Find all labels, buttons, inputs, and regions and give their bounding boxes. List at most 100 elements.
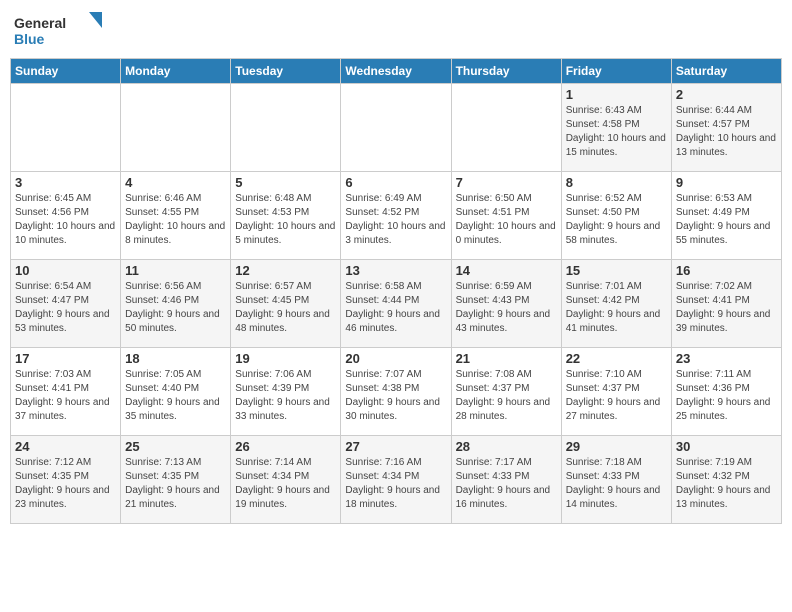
- calendar-cell: 5 Sunrise: 6:48 AMSunset: 4:53 PMDaylight…: [231, 172, 341, 260]
- day-number: 2: [676, 87, 777, 102]
- calendar-cell: 15 Sunrise: 7:01 AMSunset: 4:42 PMDayligh…: [561, 260, 671, 348]
- calendar-cell: 28 Sunrise: 7:17 AMSunset: 4:33 PMDayligh…: [451, 436, 561, 524]
- calendar-cell: 18 Sunrise: 7:05 AMSunset: 4:40 PMDayligh…: [121, 348, 231, 436]
- calendar-cell: 22 Sunrise: 7:10 AMSunset: 4:37 PMDayligh…: [561, 348, 671, 436]
- day-number: 8: [566, 175, 667, 190]
- day-info: Sunrise: 7:17 AMSunset: 4:33 PMDaylight:…: [456, 456, 557, 512]
- day-info: Sunrise: 6:54 AMSunset: 4:47 PMDaylight:…: [15, 280, 116, 336]
- day-info: Sunrise: 7:05 AMSunset: 4:40 PMDaylight:…: [125, 368, 226, 424]
- day-info: Sunrise: 7:11 AMSunset: 4:36 PMDaylight:…: [676, 368, 777, 424]
- calendar-cell: 29 Sunrise: 7:18 AMSunset: 4:33 PMDayligh…: [561, 436, 671, 524]
- calendar-cell: 16 Sunrise: 7:02 AMSunset: 4:41 PMDayligh…: [671, 260, 781, 348]
- calendar-cell: 1 Sunrise: 6:43 AMSunset: 4:58 PMDaylight…: [561, 84, 671, 172]
- logo-svg: General Blue: [14, 10, 104, 50]
- col-header-sunday: Sunday: [11, 59, 121, 84]
- day-info: Sunrise: 6:58 AMSunset: 4:44 PMDaylight:…: [345, 280, 446, 336]
- calendar-cell: 21Sunrise: 7:08 AMSunset: 4:37 PMDayligh…: [451, 348, 561, 436]
- day-info: Sunrise: 7:06 AMSunset: 4:39 PMDaylight:…: [235, 368, 336, 424]
- day-number: 30: [676, 439, 777, 454]
- day-info: Sunrise: 6:50 AMSunset: 4:51 PMDaylight:…: [456, 192, 557, 248]
- col-header-wednesday: Wednesday: [341, 59, 451, 84]
- page-header: General Blue: [10, 10, 782, 50]
- calendar-cell: 25 Sunrise: 7:13 AMSunset: 4:35 PMDayligh…: [121, 436, 231, 524]
- calendar-cell: 3Sunrise: 6:45 AMSunset: 4:56 PMDaylight…: [11, 172, 121, 260]
- day-info: Sunrise: 6:48 AMSunset: 4:53 PMDaylight:…: [235, 192, 336, 248]
- calendar-cell: 8 Sunrise: 6:52 AMSunset: 4:50 PMDaylight…: [561, 172, 671, 260]
- day-info: Sunrise: 7:01 AMSunset: 4:42 PMDaylight:…: [566, 280, 667, 336]
- col-header-monday: Monday: [121, 59, 231, 84]
- day-info: Sunrise: 7:14 AMSunset: 4:34 PMDaylight:…: [235, 456, 336, 512]
- day-number: 28: [456, 439, 557, 454]
- calendar-cell: 2 Sunrise: 6:44 AMSunset: 4:57 PMDaylight…: [671, 84, 781, 172]
- day-number: 23: [676, 351, 777, 366]
- day-info: Sunrise: 6:43 AMSunset: 4:58 PMDaylight:…: [566, 104, 667, 160]
- calendar-cell: 4 Sunrise: 6:46 AMSunset: 4:55 PMDaylight…: [121, 172, 231, 260]
- calendar-cell: 9 Sunrise: 6:53 AMSunset: 4:49 PMDaylight…: [671, 172, 781, 260]
- day-number: 5: [235, 175, 336, 190]
- calendar-cell: [451, 84, 561, 172]
- day-info: Sunrise: 6:52 AMSunset: 4:50 PMDaylight:…: [566, 192, 667, 248]
- svg-text:General: General: [14, 15, 66, 31]
- day-number: 25: [125, 439, 226, 454]
- col-header-tuesday: Tuesday: [231, 59, 341, 84]
- day-number: 29: [566, 439, 667, 454]
- calendar-cell: 24 Sunrise: 7:12 AMSunset: 4:35 PMDayligh…: [11, 436, 121, 524]
- day-info: Sunrise: 7:10 AMSunset: 4:37 PMDaylight:…: [566, 368, 667, 424]
- day-number: 16: [676, 263, 777, 278]
- col-header-friday: Friday: [561, 59, 671, 84]
- calendar-cell: 26 Sunrise: 7:14 AMSunset: 4:34 PMDayligh…: [231, 436, 341, 524]
- day-info: Sunrise: 6:56 AMSunset: 4:46 PMDaylight:…: [125, 280, 226, 336]
- day-info: Sunrise: 7:02 AMSunset: 4:41 PMDaylight:…: [676, 280, 777, 336]
- day-info: Sunrise: 7:18 AMSunset: 4:33 PMDaylight:…: [566, 456, 667, 512]
- day-info: Sunrise: 6:59 AMSunset: 4:43 PMDaylight:…: [456, 280, 557, 336]
- day-info: Sunrise: 7:13 AMSunset: 4:35 PMDaylight:…: [125, 456, 226, 512]
- day-number: 1: [566, 87, 667, 102]
- calendar-cell: 11 Sunrise: 6:56 AMSunset: 4:46 PMDayligh…: [121, 260, 231, 348]
- day-number: 17: [15, 351, 116, 366]
- col-header-thursday: Thursday: [451, 59, 561, 84]
- day-number: 12: [235, 263, 336, 278]
- day-number: 9: [676, 175, 777, 190]
- day-info: Sunrise: 6:49 AMSunset: 4:52 PMDaylight:…: [345, 192, 446, 248]
- calendar-cell: 10 Sunrise: 6:54 AMSunset: 4:47 PMDayligh…: [11, 260, 121, 348]
- day-number: 14: [456, 263, 557, 278]
- day-number: 18: [125, 351, 226, 366]
- day-info: Sunrise: 6:57 AMSunset: 4:45 PMDaylight:…: [235, 280, 336, 336]
- calendar-cell: [341, 84, 451, 172]
- calendar-cell: [121, 84, 231, 172]
- logo: General Blue: [14, 10, 104, 50]
- day-number: 6: [345, 175, 446, 190]
- svg-text:Blue: Blue: [14, 31, 45, 47]
- day-info: Sunrise: 7:12 AMSunset: 4:35 PMDaylight:…: [15, 456, 116, 512]
- calendar-cell: 23 Sunrise: 7:11 AMSunset: 4:36 PMDayligh…: [671, 348, 781, 436]
- calendar-cell: 17Sunrise: 7:03 AMSunset: 4:41 PMDayligh…: [11, 348, 121, 436]
- day-info: Sunrise: 6:46 AMSunset: 4:55 PMDaylight:…: [125, 192, 226, 248]
- day-info: Sunrise: 7:16 AMSunset: 4:34 PMDaylight:…: [345, 456, 446, 512]
- day-number: 3: [15, 175, 116, 190]
- day-number: 26: [235, 439, 336, 454]
- calendar-cell: 14 Sunrise: 6:59 AMSunset: 4:43 PMDayligh…: [451, 260, 561, 348]
- day-number: 11: [125, 263, 226, 278]
- day-info: Sunrise: 6:53 AMSunset: 4:49 PMDaylight:…: [676, 192, 777, 248]
- calendar-cell: 27 Sunrise: 7:16 AMSunset: 4:34 PMDayligh…: [341, 436, 451, 524]
- day-number: 15: [566, 263, 667, 278]
- calendar-table: SundayMondayTuesdayWednesdayThursdayFrid…: [10, 58, 782, 524]
- day-number: 22: [566, 351, 667, 366]
- day-number: 7: [456, 175, 557, 190]
- calendar-cell: [11, 84, 121, 172]
- day-number: 20: [345, 351, 446, 366]
- calendar-cell: 30 Sunrise: 7:19 AMSunset: 4:32 PMDayligh…: [671, 436, 781, 524]
- day-number: 27: [345, 439, 446, 454]
- day-number: 24: [15, 439, 116, 454]
- calendar-cell: 7 Sunrise: 6:50 AMSunset: 4:51 PMDaylight…: [451, 172, 561, 260]
- calendar-cell: 13 Sunrise: 6:58 AMSunset: 4:44 PMDayligh…: [341, 260, 451, 348]
- day-info: Sunrise: 6:44 AMSunset: 4:57 PMDaylight:…: [676, 104, 777, 160]
- calendar-cell: 20Sunrise: 7:07 AMSunset: 4:38 PMDayligh…: [341, 348, 451, 436]
- day-number: 4: [125, 175, 226, 190]
- col-header-saturday: Saturday: [671, 59, 781, 84]
- day-number: 13: [345, 263, 446, 278]
- calendar-cell: 19Sunrise: 7:06 AMSunset: 4:39 PMDayligh…: [231, 348, 341, 436]
- day-number: 10: [15, 263, 116, 278]
- day-number: 21: [456, 351, 557, 366]
- day-info: Sunrise: 7:19 AMSunset: 4:32 PMDaylight:…: [676, 456, 777, 512]
